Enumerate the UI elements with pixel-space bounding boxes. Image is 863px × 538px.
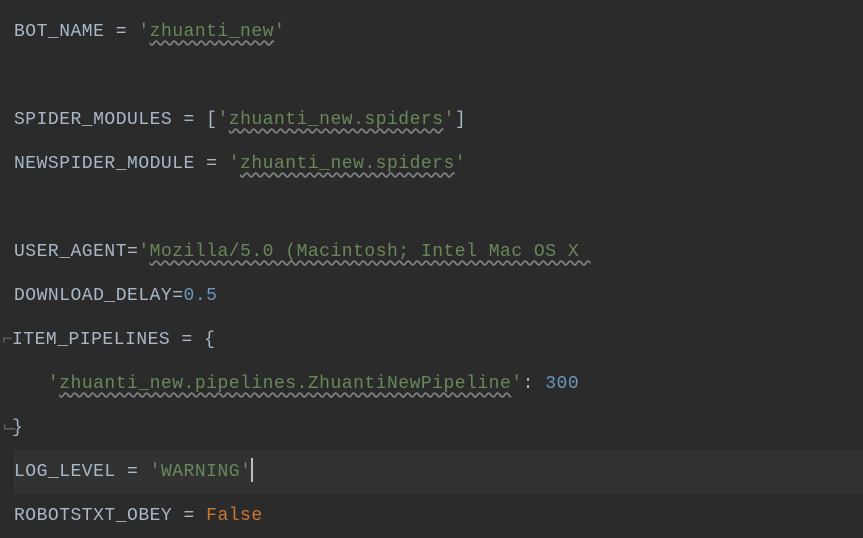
string-quote: ' [274, 18, 285, 47]
variable-name: LOG_LEVEL [14, 458, 116, 487]
bracket-close: ] [455, 106, 466, 135]
code-line[interactable]: DOWNLOAD_DELAY=0.5 [14, 274, 863, 318]
string-value: zhuanti_new.pipelines.ZhuantiNewPipeline [59, 370, 511, 399]
code-line[interactable]: ROBOTSTXT_OBEY = False [14, 494, 863, 538]
string-quote: ' [444, 106, 455, 135]
code-line[interactable]: BOT_NAME = 'zhuanti_new' [14, 10, 863, 54]
gutter-indicator-icon: ⌙ [2, 414, 12, 443]
variable-name: USER_AGENT [14, 238, 127, 267]
operator-equals: = [172, 282, 183, 311]
code-line[interactable]: ⌙} [14, 406, 863, 450]
operator-equals: = [127, 238, 138, 267]
operator-colon: : [523, 370, 546, 399]
brace-close: } [12, 414, 23, 443]
code-line[interactable]: ⌐ITEM_PIPELINES = { [14, 318, 863, 362]
code-line[interactable]: NEWSPIDER_MODULE = 'zhuanti_new.spiders' [14, 142, 863, 186]
string-value: zhuanti_new [150, 18, 274, 47]
string-quote: ' [48, 370, 59, 399]
operator-equals: = [172, 502, 206, 531]
variable-name: DOWNLOAD_DELAY [14, 282, 172, 311]
number-literal: 0.5 [184, 282, 218, 311]
string-quote: ' [229, 150, 240, 179]
string-quote: ' [511, 370, 522, 399]
string-quote: ' [138, 238, 149, 267]
operator-equals: = [170, 326, 204, 355]
string-quote: ' [217, 106, 228, 135]
operator-equals: = [172, 106, 206, 135]
variable-name: ITEM_PIPELINES [12, 326, 170, 355]
string-quote: ' [455, 150, 466, 179]
code-line[interactable]: SPIDER_MODULES = ['zhuanti_new.spiders'] [14, 98, 863, 142]
string-quote: ' [150, 458, 161, 487]
code-line-blank[interactable] [14, 186, 863, 230]
string-value: zhuanti_new.spiders [240, 150, 455, 179]
gutter-indicator-icon: ⌐ [2, 326, 12, 355]
variable-name: ROBOTSTXT_OBEY [14, 502, 172, 531]
string-value: WARNING [161, 458, 240, 487]
code-editor[interactable]: BOT_NAME = 'zhuanti_new' SPIDER_MODULES … [14, 10, 863, 538]
string-quote: ' [240, 458, 251, 487]
bracket-open: [ [206, 106, 217, 135]
code-line[interactable]: USER_AGENT='Mozilla/5.0 (Macintosh; Inte… [14, 230, 863, 274]
number-literal: 300 [545, 370, 579, 399]
brace-open: { [204, 326, 215, 355]
variable-name: NEWSPIDER_MODULE [14, 150, 195, 179]
string-quote: ' [138, 18, 149, 47]
operator-equals: = [116, 458, 150, 487]
boolean-literal: False [206, 502, 263, 531]
indent [14, 370, 48, 399]
text-cursor [251, 458, 253, 482]
string-value: Mozilla/5.0 (Macintosh; Intel Mac OS X [150, 238, 591, 267]
code-line-blank[interactable] [14, 54, 863, 98]
string-value: zhuanti_new.spiders [229, 106, 444, 135]
code-line-active[interactable]: LOG_LEVEL = 'WARNING' [14, 450, 863, 494]
variable-name: BOT_NAME [14, 18, 104, 47]
code-line[interactable]: 'zhuanti_new.pipelines.ZhuantiNewPipelin… [14, 362, 863, 406]
variable-name: SPIDER_MODULES [14, 106, 172, 135]
operator-equals: = [104, 18, 138, 47]
operator-equals: = [195, 150, 229, 179]
